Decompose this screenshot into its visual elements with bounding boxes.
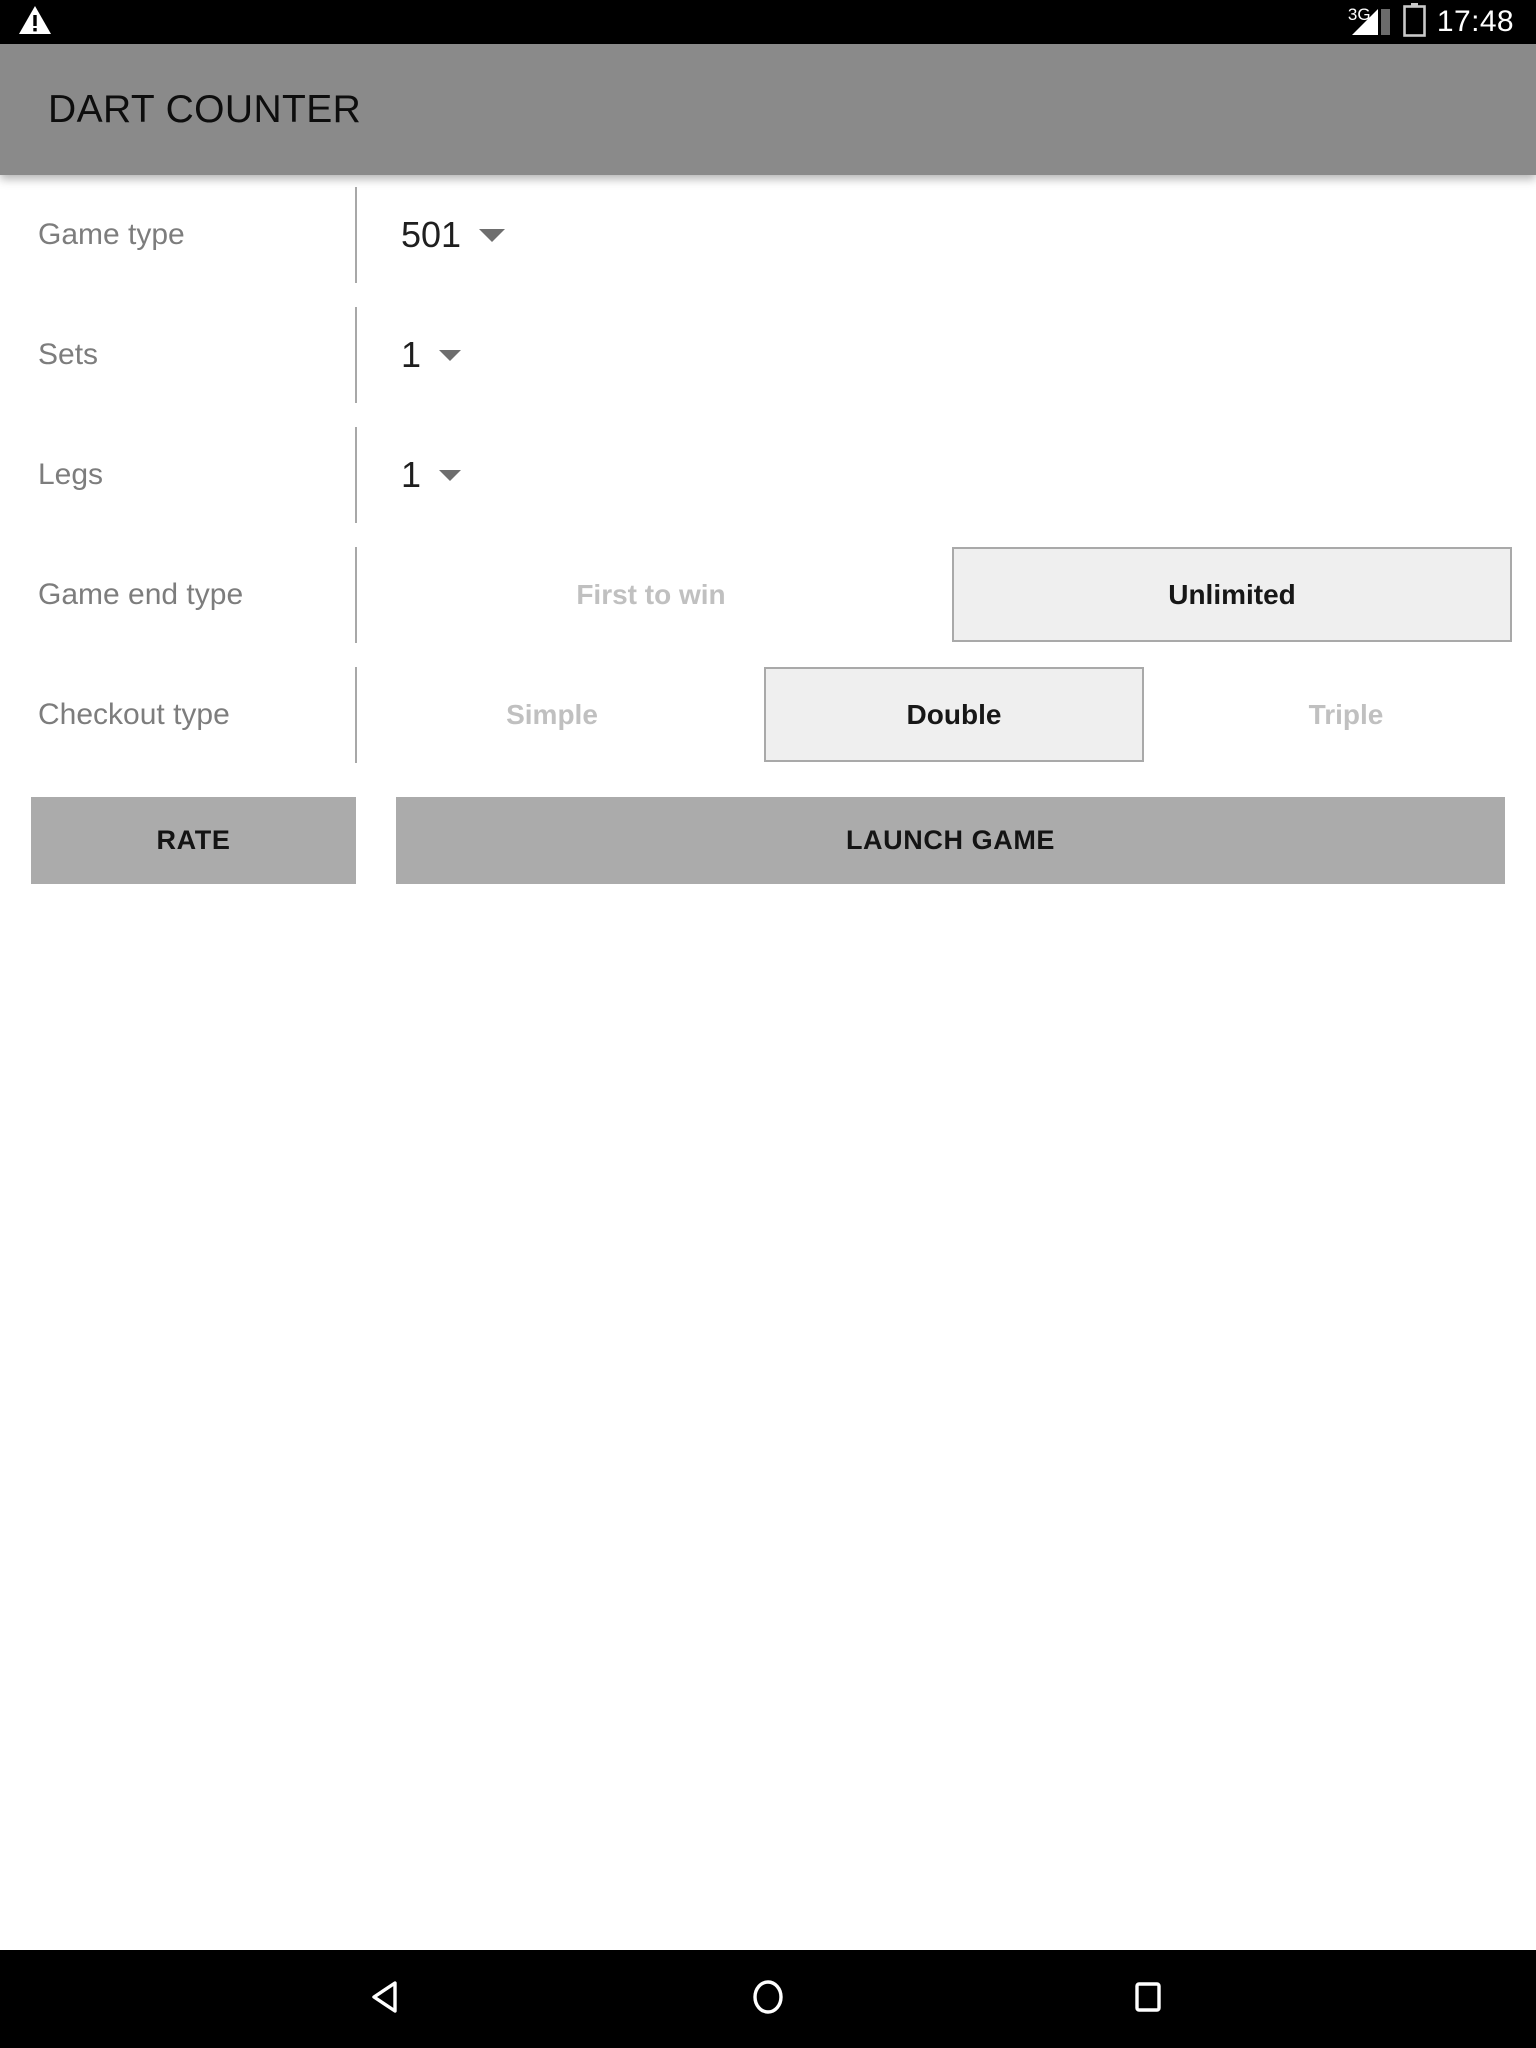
segmented-checkout-type: Simple Double Triple bbox=[356, 655, 1536, 775]
app-bar: DART COUNTER bbox=[0, 44, 1536, 175]
network-type-label: 3G bbox=[1347, 5, 1371, 24]
row-divider bbox=[355, 307, 357, 403]
status-bar: 3G 17:48 bbox=[0, 0, 1536, 44]
action-bar: RATE LAUNCH GAME bbox=[0, 779, 1536, 899]
option-double-label: Double bbox=[906, 698, 1002, 730]
label-game-type: Game type bbox=[38, 218, 185, 251]
rate-button[interactable]: RATE bbox=[31, 797, 356, 884]
page-title: DART COUNTER bbox=[48, 87, 362, 131]
dropdown-game-type[interactable]: 501 bbox=[356, 214, 506, 255]
launch-game-button[interactable]: LAUNCH GAME bbox=[396, 797, 1505, 884]
chevron-down-icon bbox=[479, 228, 506, 242]
row-sets: Sets 1 bbox=[0, 295, 1536, 415]
status-bar-clock: 17:48 bbox=[1436, 5, 1514, 38]
label-game-end-type: Game end type bbox=[38, 578, 244, 611]
row-divider bbox=[355, 187, 357, 283]
label-sets: Sets bbox=[38, 338, 99, 371]
label-checkout-type: Checkout type bbox=[38, 698, 230, 731]
android-nav-bar bbox=[0, 1950, 1536, 2048]
nav-back-button[interactable] bbox=[288, 1950, 488, 2048]
nav-home-button[interactable] bbox=[668, 1950, 868, 2048]
option-simple-label: Simple bbox=[506, 699, 598, 730]
android-screen: 3G 17:48 DART COUNTER Game type 501 Sets… bbox=[0, 0, 1536, 2048]
settings-form: Game type 501 Sets 1 Legs 1 Game end typ… bbox=[0, 175, 1536, 899]
value-sets: 1 bbox=[401, 334, 422, 375]
dropdown-legs[interactable]: 1 bbox=[356, 454, 462, 495]
option-simple[interactable]: Simple bbox=[382, 655, 722, 775]
row-checkout-type: Checkout type Simple Double Triple bbox=[0, 655, 1536, 775]
option-first-to-win[interactable]: First to win bbox=[401, 535, 901, 655]
nav-recents-button[interactable] bbox=[1048, 1950, 1248, 2048]
value-legs: 1 bbox=[401, 454, 422, 495]
dropdown-sets[interactable]: 1 bbox=[356, 334, 462, 375]
option-unlimited-label: Unlimited bbox=[1168, 578, 1296, 610]
status-bar-right: 3G 17:48 bbox=[1347, 2, 1536, 42]
row-legs: Legs 1 bbox=[0, 415, 1536, 535]
option-triple-label: Triple bbox=[1308, 699, 1384, 730]
back-triangle-icon bbox=[367, 1976, 409, 2023]
home-circle-icon bbox=[747, 1976, 789, 2023]
option-first-to-win-label: First to win bbox=[576, 579, 726, 610]
row-game-type: Game type 501 bbox=[0, 175, 1536, 295]
label-legs: Legs bbox=[38, 458, 104, 491]
segmented-game-end-type: First to win Unlimited bbox=[356, 535, 1536, 655]
status-bar-left bbox=[0, 4, 52, 41]
recents-square-icon bbox=[1127, 1976, 1169, 2023]
value-game-type: 501 bbox=[401, 214, 462, 255]
chevron-down-icon bbox=[439, 469, 462, 481]
row-game-end-type: Game end type First to win Unlimited bbox=[0, 535, 1536, 655]
warning-triangle-icon bbox=[18, 4, 52, 41]
battery-charging-icon bbox=[1403, 2, 1426, 42]
option-unlimited[interactable]: Unlimited bbox=[952, 547, 1512, 642]
signal-bars-icon: 3G bbox=[1347, 5, 1392, 37]
row-divider bbox=[355, 427, 357, 523]
option-triple[interactable]: Triple bbox=[1176, 655, 1516, 775]
option-double[interactable]: Double bbox=[764, 667, 1144, 762]
chevron-down-icon bbox=[439, 349, 462, 361]
